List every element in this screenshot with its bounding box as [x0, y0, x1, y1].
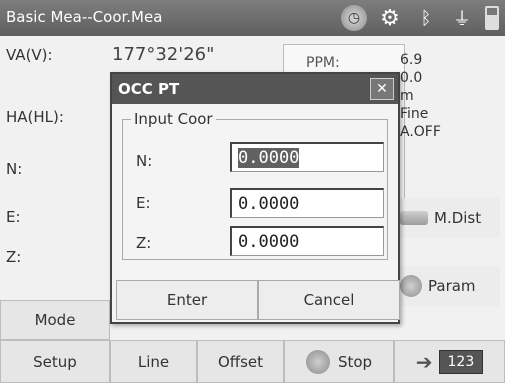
- dialog-title-bar: OCC PT ✕: [112, 74, 398, 104]
- z-label: Z:: [6, 248, 22, 266]
- info-line: m: [400, 88, 414, 104]
- cancel-button[interactable]: Cancel: [258, 280, 400, 320]
- stop-button[interactable]: Stop: [284, 340, 394, 383]
- e-input[interactable]: 0.0000: [230, 188, 384, 218]
- info-line: Fine: [400, 106, 429, 122]
- keyboard-label: 123: [438, 349, 484, 374]
- info-line: 6.9: [400, 52, 423, 68]
- dialog-e-label: E:: [136, 194, 151, 212]
- n-input[interactable]: 0.0000: [230, 142, 384, 172]
- info-line: A.OFF: [400, 124, 441, 140]
- line-button[interactable]: Line: [110, 340, 197, 383]
- gear-icon[interactable]: ⚙: [377, 5, 403, 31]
- offset-button[interactable]: Offset: [197, 340, 284, 383]
- arrow-icon: ➔: [415, 349, 433, 374]
- param-label: Param: [428, 277, 476, 295]
- dialog-z-label: Z:: [136, 234, 152, 252]
- battery-icon: [485, 6, 499, 30]
- mdist-label: M.Dist: [434, 209, 482, 227]
- mode-button[interactable]: Mode: [0, 300, 110, 340]
- stop-icon: [305, 349, 330, 374]
- dialog-title: OCC PT: [118, 80, 180, 98]
- keyboard-button[interactable]: ➔ 123: [394, 340, 505, 383]
- status-icons: ◷ ⚙ ᛒ ⏚: [341, 4, 499, 32]
- bluetooth-icon[interactable]: ᛒ: [413, 5, 439, 31]
- plug-icon: ⏚: [453, 9, 471, 30]
- occ-pt-dialog: OCC PT ✕ Input Coor N: 0.0000 E: 0.0000 …: [110, 72, 400, 324]
- ppm-label: PPM:: [306, 55, 340, 71]
- param-icon: [400, 275, 422, 297]
- window-title: Basic Mea--Coor.Mea: [6, 8, 163, 26]
- group-label: Input Coor: [134, 110, 213, 128]
- ha-label: HA(HL):: [6, 108, 64, 126]
- stop-label: Stop: [337, 352, 373, 371]
- n-input-value: 0.0000: [238, 148, 300, 168]
- info-values: 6.9 0.0 m Fine A.OFF: [400, 51, 441, 141]
- z-input[interactable]: 0.0000: [230, 226, 384, 256]
- va-label: VA(V):: [6, 46, 53, 64]
- setup-button[interactable]: Setup: [0, 340, 110, 383]
- n-label: N:: [6, 160, 23, 178]
- measure-icon: [400, 211, 428, 225]
- dialog-n-label: N:: [136, 152, 153, 170]
- e-label: E:: [6, 208, 21, 226]
- enter-button[interactable]: Enter: [116, 280, 258, 320]
- close-icon[interactable]: ✕: [370, 78, 394, 100]
- timer-icon[interactable]: ◷: [341, 5, 367, 31]
- title-bar: Basic Mea--Coor.Mea ◷ ⚙ ᛒ ⏚: [0, 0, 505, 36]
- mdist-button[interactable]: M.Dist: [400, 198, 500, 238]
- info-line: 0.0: [400, 70, 423, 86]
- va-value: 177°32'26": [112, 44, 215, 65]
